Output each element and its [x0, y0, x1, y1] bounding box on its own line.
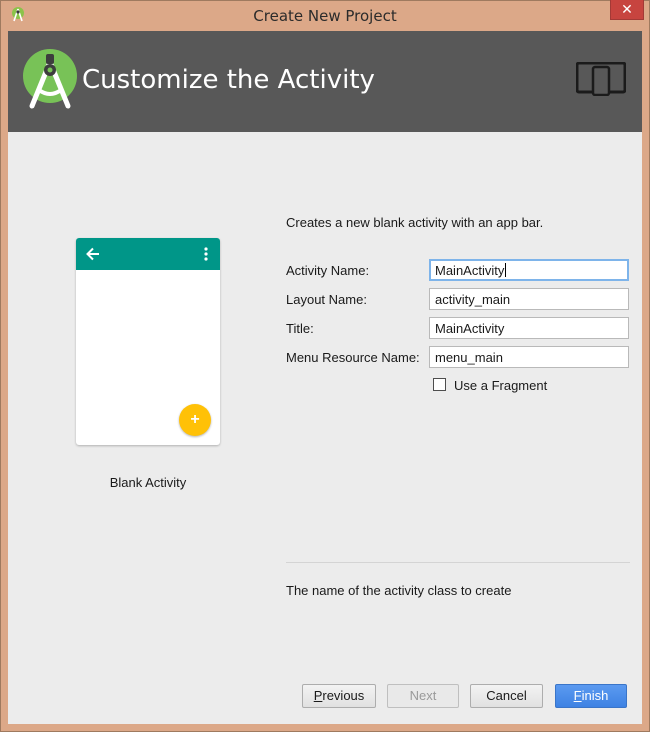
activity-template-preview: + [76, 238, 220, 445]
use-fragment-label[interactable]: Use a Fragment [454, 378, 547, 393]
previous-button[interactable]: Previous [302, 684, 376, 708]
use-fragment-checkbox[interactable] [433, 378, 446, 391]
title-input[interactable]: MainActivity [429, 317, 629, 339]
template-description: Creates a new blank activity with an app… [286, 215, 544, 230]
field-hint: The name of the activity class to create [286, 583, 512, 598]
back-arrow-icon [86, 247, 99, 261]
finish-button[interactable]: Finish [555, 684, 627, 708]
overflow-menu-icon [204, 247, 208, 261]
activity-name-input[interactable]: MainActivity [429, 259, 629, 281]
device-form-factor-icon [576, 62, 626, 96]
header-banner: Customize the Activity [8, 31, 642, 132]
preview-fab: + [179, 404, 211, 436]
text-caret [505, 263, 507, 277]
template-name: Blank Activity [109, 475, 187, 490]
dialog-body: Customize the Activity + Blank Activity … [8, 31, 642, 724]
window-title: Create New Project [253, 7, 397, 25]
page-title: Customize the Activity [82, 65, 375, 95]
cancel-button[interactable]: Cancel [470, 684, 543, 708]
preview-app-bar [76, 238, 220, 270]
activity-name-label: Activity Name: [286, 263, 370, 278]
title-label: Title: [286, 321, 314, 336]
menu-resource-name-input[interactable]: menu_main [429, 346, 629, 368]
android-studio-logo-icon [23, 49, 77, 109]
menu-resource-name-label: Menu Resource Name: [286, 350, 420, 365]
title-bar[interactable]: Create New Project ✕ [0, 0, 650, 31]
layout-name-input[interactable]: activity_main [429, 288, 629, 310]
layout-name-label: Layout Name: [286, 292, 367, 307]
close-button[interactable]: ✕ [610, 0, 644, 20]
next-button[interactable]: Next [387, 684, 459, 708]
divider [286, 562, 630, 563]
